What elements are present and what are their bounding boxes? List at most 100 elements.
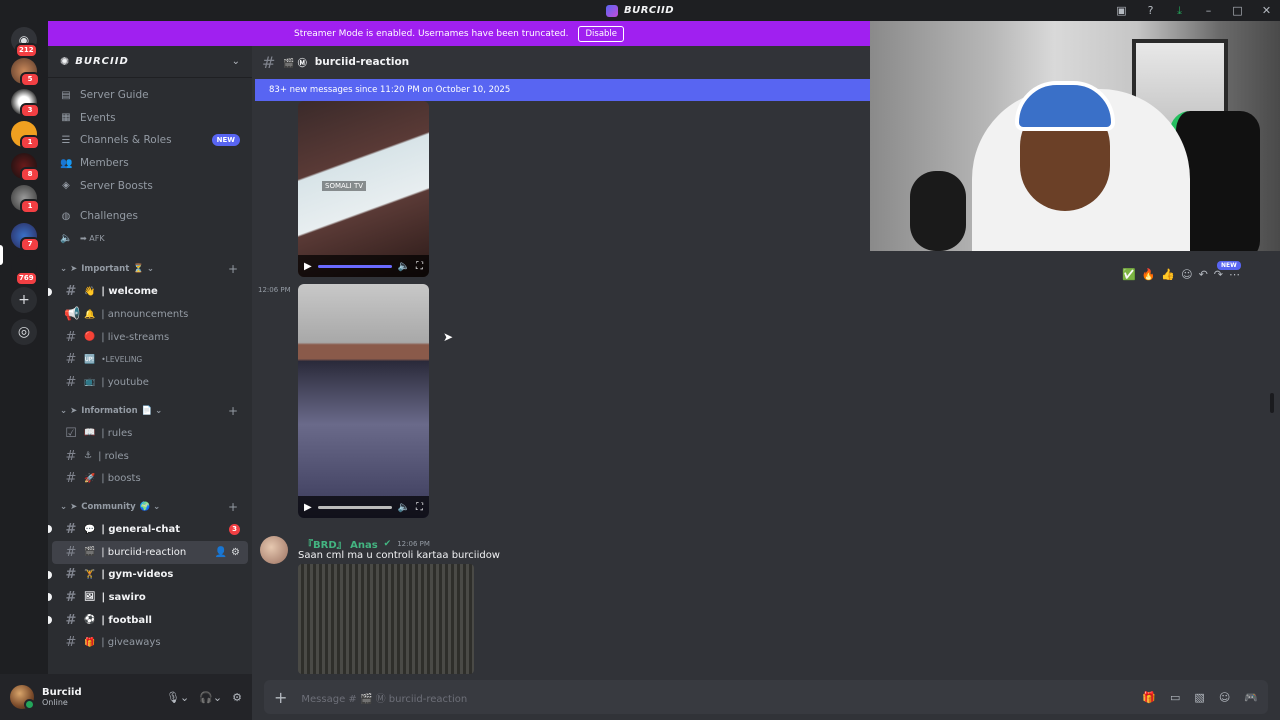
thumbs-up-reaction-icon[interactable]: 👍 bbox=[1161, 268, 1175, 281]
add-channel-icon[interactable]: + bbox=[228, 404, 238, 418]
channel-general-chat[interactable]: # 💬 | general-chat 3 bbox=[48, 518, 248, 541]
nav-events[interactable]: ▦ Events bbox=[48, 107, 252, 130]
gear-icon[interactable]: ⚙ bbox=[231, 547, 240, 558]
channel-roles[interactable]: # ⚓ | roles bbox=[52, 445, 248, 468]
server-icon-4[interactable]: 8 bbox=[11, 153, 40, 182]
message-input[interactable]: Message # 🎬 Ⓜ burciid-reaction bbox=[301, 690, 1128, 705]
video-attachment[interactable]: ▶ 🔈 ⛶ bbox=[298, 284, 429, 518]
nav-server-guide[interactable]: ▤ Server Guide bbox=[48, 84, 252, 107]
channel-sawiro[interactable]: # 🖼 | sawiro bbox=[48, 586, 248, 609]
volume-slider[interactable] bbox=[317, 264, 392, 268]
fullscreen-icon[interactable]: ⛶ bbox=[416, 502, 423, 513]
server-icon-1[interactable]: 5 bbox=[11, 58, 40, 87]
add-server-icon[interactable]: + bbox=[11, 287, 37, 313]
verified-icon: ✔ bbox=[383, 538, 392, 549]
server-header[interactable]: ✺ BURCIID ⌄ bbox=[48, 46, 252, 78]
channel-emoji: 🆙 bbox=[84, 354, 96, 365]
channel-rules[interactable]: ☑ 📖 | rules bbox=[52, 422, 248, 445]
play-icon[interactable]: ▶ bbox=[304, 502, 312, 513]
channel-leveling[interactable]: # 🆙 •LEVELING bbox=[52, 348, 248, 371]
calendar-icon: ▦ bbox=[61, 112, 71, 124]
nav-channels-roles[interactable]: ☰ Channels & Roles NEW bbox=[48, 129, 252, 152]
scrollbar[interactable] bbox=[1270, 393, 1274, 413]
speaker-icon: 🔈 bbox=[60, 233, 73, 245]
server-icon-7[interactable]: 769 bbox=[11, 255, 38, 286]
microphone-icon[interactable]: 🎙⌄ bbox=[166, 691, 189, 704]
channel-football[interactable]: # ⚽ | football bbox=[48, 609, 248, 632]
channel-welcome[interactable]: # 👋 | welcome bbox=[48, 281, 248, 304]
disable-button[interactable]: Disable bbox=[578, 25, 625, 42]
image-attachment[interactable] bbox=[298, 564, 474, 674]
apps-icon[interactable]: 🎮 bbox=[1244, 691, 1258, 704]
server-icon-burciid[interactable]: 7 bbox=[11, 223, 40, 252]
server-name: BURCIID bbox=[75, 56, 129, 67]
channel-emoji: 📖 bbox=[84, 428, 96, 439]
video-attachment[interactable]: SOMALI TV ▶ 🔈 ⛶ bbox=[298, 101, 429, 277]
help-icon[interactable]: ? bbox=[1143, 3, 1158, 18]
add-channel-icon[interactable]: + bbox=[228, 262, 238, 276]
message-author[interactable]: 『BRD』 Anas bbox=[303, 536, 378, 551]
nav-label: Server Guide bbox=[80, 89, 149, 102]
category-important[interactable]: ⌄ ➤ Important ⏳ ⌄ + bbox=[48, 258, 252, 281]
sticker-icon[interactable]: ▧ bbox=[1194, 691, 1204, 704]
category-community[interactable]: ⌄ ➤ Community 🌍 ⌄ + bbox=[48, 496, 252, 519]
channel-label: | live-streams bbox=[101, 331, 170, 343]
attach-icon[interactable]: + bbox=[274, 688, 287, 707]
streamer-mode-banner: Streamer Mode is enabled. Usernames have… bbox=[48, 21, 870, 46]
mouse-cursor-icon: ➤ bbox=[443, 330, 454, 344]
nav-server-boosts[interactable]: ◈ Server Boosts bbox=[48, 174, 252, 197]
add-reaction-icon[interactable]: ☺ bbox=[1181, 268, 1192, 281]
reply-icon[interactable]: ↶ bbox=[1199, 268, 1208, 281]
new-messages-bar[interactable]: 83+ new messages since 11:20 PM on Octob… bbox=[255, 79, 870, 101]
category-information[interactable]: ⌄ ➤ Information 📄 ⌄ + bbox=[48, 400, 252, 423]
forward-icon[interactable]: ↷ bbox=[1214, 268, 1223, 281]
check-reaction-icon[interactable]: ✅ bbox=[1122, 268, 1136, 281]
voice-channel-afk[interactable]: 🔈 ➡ AFK bbox=[48, 228, 252, 251]
volume-icon[interactable]: 🔈 bbox=[398, 261, 410, 272]
server-badge: 1 bbox=[20, 135, 40, 150]
channel-youtube[interactable]: # 📺 | youtube bbox=[52, 371, 248, 394]
guide-icon: ▤ bbox=[61, 89, 71, 101]
server-badge-icon: ✺ bbox=[60, 55, 70, 68]
channel-boosts[interactable]: # 🚀 | boosts bbox=[52, 467, 248, 490]
channel-emoji: 📺 bbox=[84, 377, 96, 388]
more-icon[interactable]: ⋯ bbox=[1229, 268, 1240, 281]
invite-icon[interactable]: 👤 bbox=[215, 547, 227, 558]
add-channel-icon[interactable]: + bbox=[228, 500, 238, 514]
volume-slider[interactable] bbox=[317, 505, 392, 509]
new-badge: NEW bbox=[211, 134, 240, 147]
channel-giveaways[interactable]: # 🎁 | giveaways bbox=[52, 631, 248, 654]
video-controls: ▶ 🔈 ⛶ bbox=[298, 496, 429, 518]
hash-icon: # bbox=[65, 374, 77, 390]
nav-label: Members bbox=[80, 157, 129, 170]
volume-icon[interactable]: 🔈 bbox=[398, 502, 410, 513]
server-icon-3[interactable]: 1 bbox=[11, 121, 40, 150]
channel-gym-videos[interactable]: # 🏋 | gym-videos bbox=[48, 564, 248, 587]
headphones-icon[interactable]: 🎧⌄ bbox=[199, 691, 222, 704]
inbox-icon[interactable]: ▣ bbox=[1114, 3, 1129, 18]
fire-reaction-icon[interactable]: 🔥 bbox=[1142, 268, 1156, 281]
emoji-icon[interactable]: ☺ bbox=[1219, 691, 1230, 704]
gear-icon[interactable]: ⚙ bbox=[232, 691, 242, 704]
avatar[interactable] bbox=[260, 536, 288, 564]
play-icon[interactable]: ▶ bbox=[304, 261, 312, 272]
minimize-icon[interactable]: – bbox=[1201, 3, 1216, 18]
nav-members[interactable]: 👥 Members bbox=[48, 152, 252, 175]
nav-challenges[interactable]: ◍ Challenges bbox=[48, 205, 252, 228]
gift-icon[interactable]: 🎁 bbox=[1142, 691, 1156, 704]
close-icon[interactable]: ✕ bbox=[1259, 3, 1274, 18]
banner-text: Streamer Mode is enabled. Usernames have… bbox=[293, 28, 569, 39]
video-controls: ▶ 🔈 ⛶ bbox=[298, 255, 429, 277]
download-icon[interactable]: ⤓ bbox=[1172, 3, 1187, 18]
server-icon-2[interactable]: 3 bbox=[11, 89, 40, 118]
channel-burciid-reaction[interactable]: # 🎬 | burciid-reaction 👤 ⚙ bbox=[52, 541, 248, 564]
channel-announcements[interactable]: 📢 🔔 | announcements bbox=[52, 303, 248, 326]
channel-live-streams[interactable]: # 🔴 | live-streams bbox=[52, 326, 248, 349]
avatar[interactable] bbox=[10, 685, 35, 710]
gif-icon[interactable]: ▭ bbox=[1170, 691, 1180, 704]
discover-icon[interactable]: ◎ bbox=[11, 319, 37, 345]
home-button[interactable]: ◉ 212 bbox=[11, 27, 38, 58]
fullscreen-icon[interactable]: ⛶ bbox=[416, 261, 423, 272]
maximize-icon[interactable]: □ bbox=[1230, 3, 1245, 18]
server-icon-5[interactable]: 1 bbox=[11, 185, 40, 214]
